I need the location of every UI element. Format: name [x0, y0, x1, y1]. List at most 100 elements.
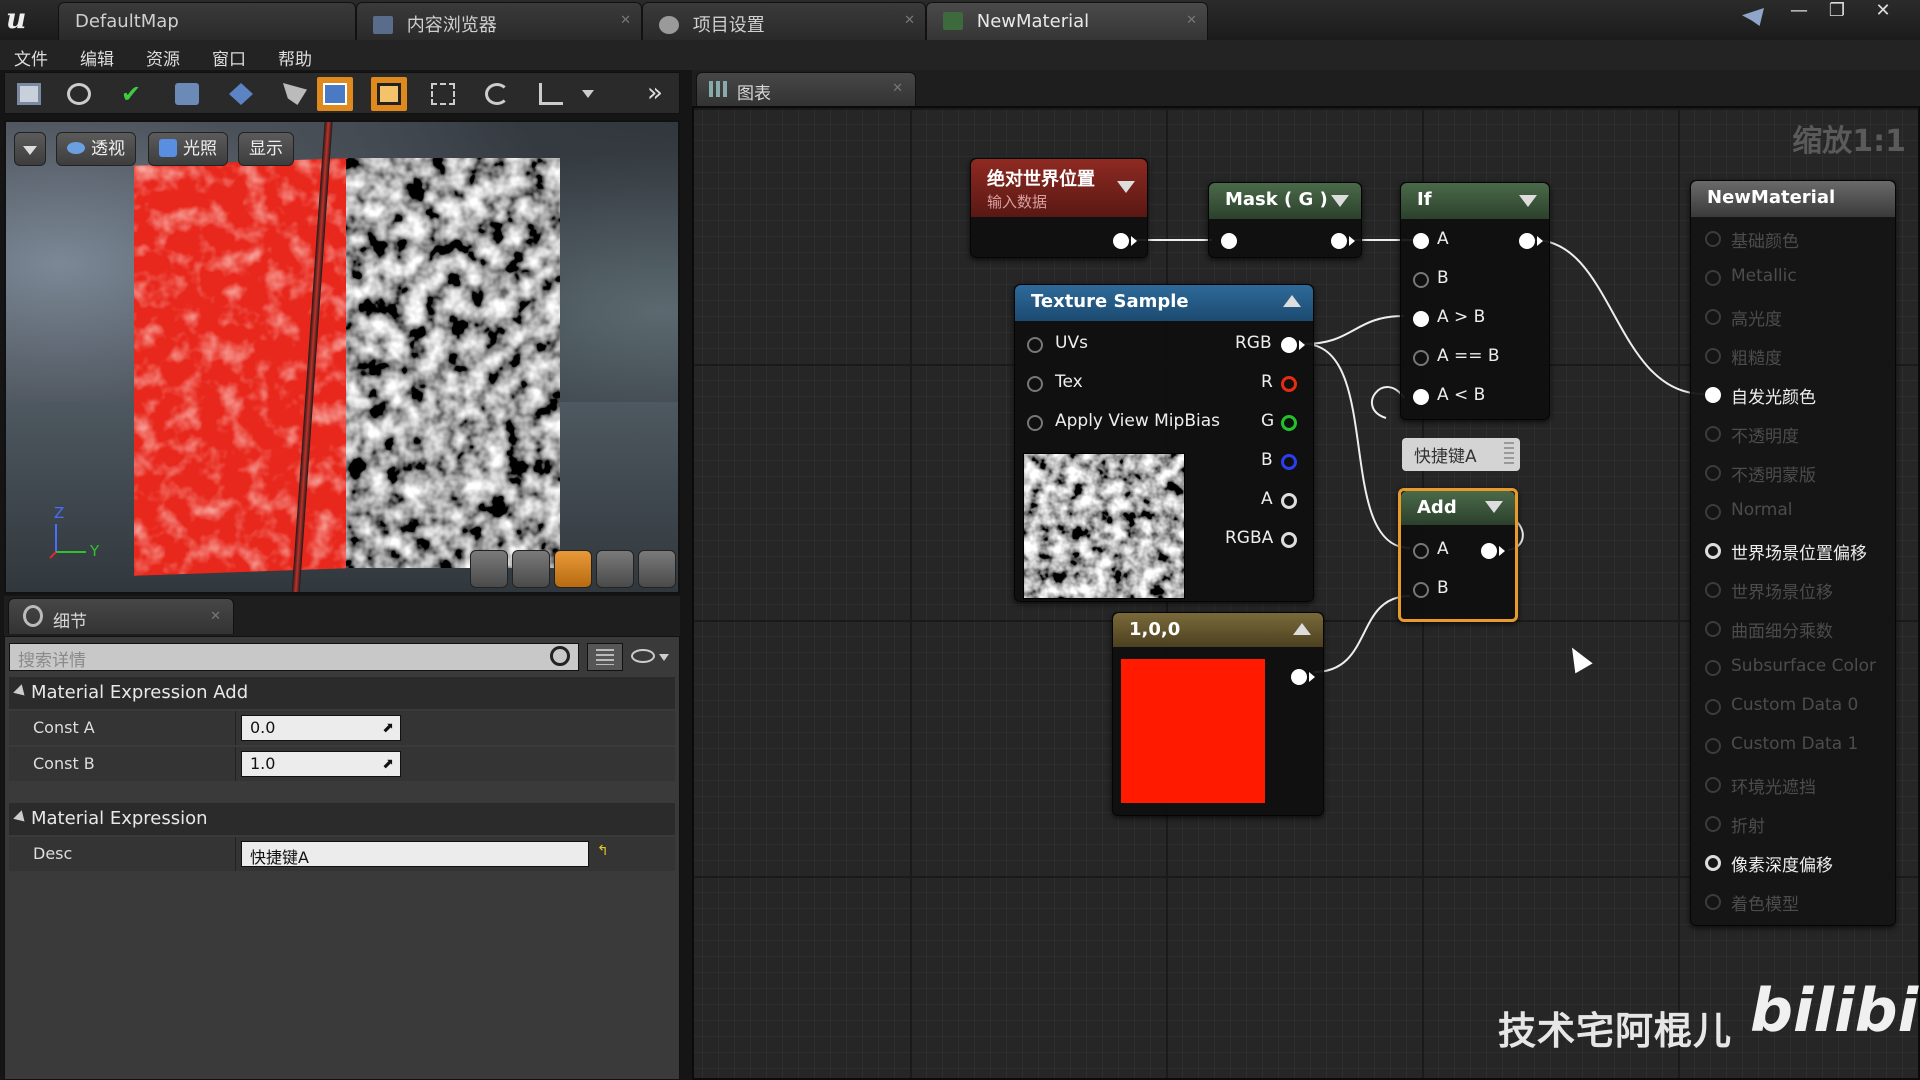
menu-asset[interactable]: 资源: [146, 45, 180, 70]
spin-arrow-icon[interactable]: ⬈: [382, 720, 394, 736]
pin-comment-icon[interactable]: [1504, 442, 1514, 464]
node-constant-vector[interactable]: 1,0,0: [1112, 612, 1324, 816]
material-input-pin[interactable]: [1705, 231, 1721, 247]
tex-pin[interactable]: [1027, 376, 1043, 392]
preview-cylinder-button[interactable]: [470, 550, 508, 588]
tab-graph[interactable]: 图表 ✕: [696, 72, 916, 106]
if-pin-a[interactable]: [1413, 233, 1429, 249]
tab-defaultmap[interactable]: DefaultMap: [58, 2, 356, 40]
tab-details[interactable]: 细节 ✕: [8, 598, 234, 634]
if-pin-b[interactable]: [1413, 272, 1429, 288]
close-icon[interactable]: ✕: [1186, 13, 1197, 28]
collapse-arrow-icon[interactable]: [1331, 195, 1349, 207]
preview-cube-button[interactable]: [596, 550, 634, 588]
view-options-button[interactable]: [631, 645, 671, 669]
material-graph-canvas[interactable]: 缩放1:1 绝对世界位置 输入数据 Mask ( G ) If A B A > …: [692, 106, 1920, 1080]
live-update-button[interactable]: [479, 77, 515, 111]
restore-button[interactable]: ❐: [1818, 0, 1856, 24]
close-icon[interactable]: ✕: [892, 81, 903, 96]
input-pin[interactable]: [1221, 233, 1237, 249]
preview-plane-button[interactable]: [554, 550, 592, 588]
property-matrix-button[interactable]: [587, 643, 623, 671]
category-material-expression[interactable]: Material Expression: [9, 803, 675, 835]
node-comment-bubble[interactable]: 快捷键A: [1402, 438, 1520, 471]
minimize-button[interactable]: —: [1780, 0, 1818, 24]
stats-dropdown-button[interactable]: [579, 77, 601, 111]
close-icon[interactable]: ✕: [904, 13, 915, 28]
notification-icon[interactable]: [1742, 8, 1764, 26]
preview-viewport[interactable]: 透视 光照 显示 Z Y: [4, 120, 680, 594]
perspective-button[interactable]: 透视: [56, 132, 136, 166]
material-input-pin[interactable]: [1705, 504, 1721, 520]
material-input-pin[interactable]: [1705, 426, 1721, 442]
r-output-pin[interactable]: [1281, 376, 1297, 392]
home-button[interactable]: [223, 77, 259, 111]
live-preview-button[interactable]: [371, 77, 407, 111]
material-input-pin[interactable]: [1705, 660, 1721, 676]
category-material-expression-add[interactable]: Material Expression Add: [9, 677, 675, 709]
material-input-pin[interactable]: [1705, 816, 1721, 832]
lighting-button[interactable]: 光照: [148, 132, 228, 166]
rgba-output-pin[interactable]: [1281, 532, 1297, 548]
material-input-pin[interactable]: [1705, 348, 1721, 364]
tab-newmaterial[interactable]: NewMaterial ✕: [926, 2, 1208, 40]
tab-content-browser[interactable]: 内容浏览器 ✕: [356, 2, 642, 40]
apply-view-mipbias-pin[interactable]: [1027, 415, 1043, 431]
const-b-input[interactable]: 1.0 ⬈: [241, 751, 401, 777]
node-texture-sample[interactable]: Texture Sample UVs Tex Apply View MipBia…: [1014, 284, 1314, 602]
preview-sphere-button[interactable]: [512, 550, 550, 588]
material-input-pin[interactable]: [1705, 894, 1721, 910]
rgb-output-pin[interactable]: [1281, 337, 1297, 353]
close-icon[interactable]: ✕: [620, 13, 631, 28]
clean-up-button[interactable]: [277, 77, 313, 111]
unreal-logo-icon[interactable]: u: [6, 2, 40, 36]
if-pin-a-less-b[interactable]: [1413, 389, 1429, 405]
material-input-pin[interactable]: [1705, 738, 1721, 754]
connectors-button[interactable]: [317, 77, 353, 111]
show-button[interactable]: 显示: [238, 132, 294, 166]
g-output-pin[interactable]: [1281, 415, 1297, 431]
menu-edit[interactable]: 编辑: [80, 45, 114, 70]
output-pin[interactable]: [1291, 669, 1307, 685]
stats-button[interactable]: [533, 77, 569, 111]
a-output-pin[interactable]: [1281, 493, 1297, 509]
close-icon[interactable]: ✕: [210, 609, 221, 624]
material-input-pin[interactable]: [1705, 309, 1721, 325]
live-nodes-button[interactable]: [425, 77, 461, 111]
browse-button[interactable]: [61, 77, 97, 111]
node-if[interactable]: If A B A > B A == B A < B: [1400, 182, 1550, 420]
output-pin[interactable]: [1113, 233, 1129, 249]
material-input-pin[interactable]: [1705, 543, 1721, 559]
node-mask-g[interactable]: Mask ( G ): [1208, 182, 1362, 258]
node-add[interactable]: Add A B: [1398, 488, 1518, 622]
details-search-input[interactable]: 搜索详情: [9, 643, 579, 671]
output-pin[interactable]: [1481, 543, 1497, 559]
menu-window[interactable]: 窗口: [212, 45, 246, 70]
viewport-options-button[interactable]: [14, 132, 46, 166]
preview-mesh-button[interactable]: [638, 550, 676, 588]
output-pin[interactable]: [1519, 233, 1535, 249]
tab-project-settings[interactable]: 项目设置 ✕: [642, 2, 926, 40]
if-pin-a-greater-b[interactable]: [1413, 311, 1429, 327]
material-input-pin[interactable]: [1705, 621, 1721, 637]
spin-arrow-icon[interactable]: ⬈: [382, 756, 394, 772]
material-input-pin[interactable]: [1705, 699, 1721, 715]
material-input-pin[interactable]: [1705, 465, 1721, 481]
material-input-pin[interactable]: [1705, 270, 1721, 286]
const-a-input[interactable]: 0.0 ⬈: [241, 715, 401, 741]
save-button[interactable]: [11, 77, 47, 111]
if-pin-a-equals-b[interactable]: [1413, 350, 1429, 366]
close-window-button[interactable]: ✕: [1864, 0, 1902, 24]
add-pin-b[interactable]: [1413, 582, 1429, 598]
collapse-arrow-icon[interactable]: [1485, 501, 1503, 513]
material-input-pin[interactable]: [1705, 582, 1721, 598]
menu-help[interactable]: 帮助: [278, 45, 312, 70]
uvs-pin[interactable]: [1027, 337, 1043, 353]
collapse-arrow-icon[interactable]: [1117, 181, 1135, 193]
output-pin[interactable]: [1331, 233, 1347, 249]
desc-input[interactable]: 快捷键A: [241, 841, 589, 867]
menu-file[interactable]: 文件: [14, 45, 48, 70]
node-material-result[interactable]: NewMaterial 基础颜色 Metallic 高光度 粗糙度 自发光颜色 不透明度不…: [1690, 180, 1896, 926]
reset-to-default-icon[interactable]: ↰: [597, 843, 609, 859]
material-input-pin[interactable]: [1705, 387, 1721, 403]
